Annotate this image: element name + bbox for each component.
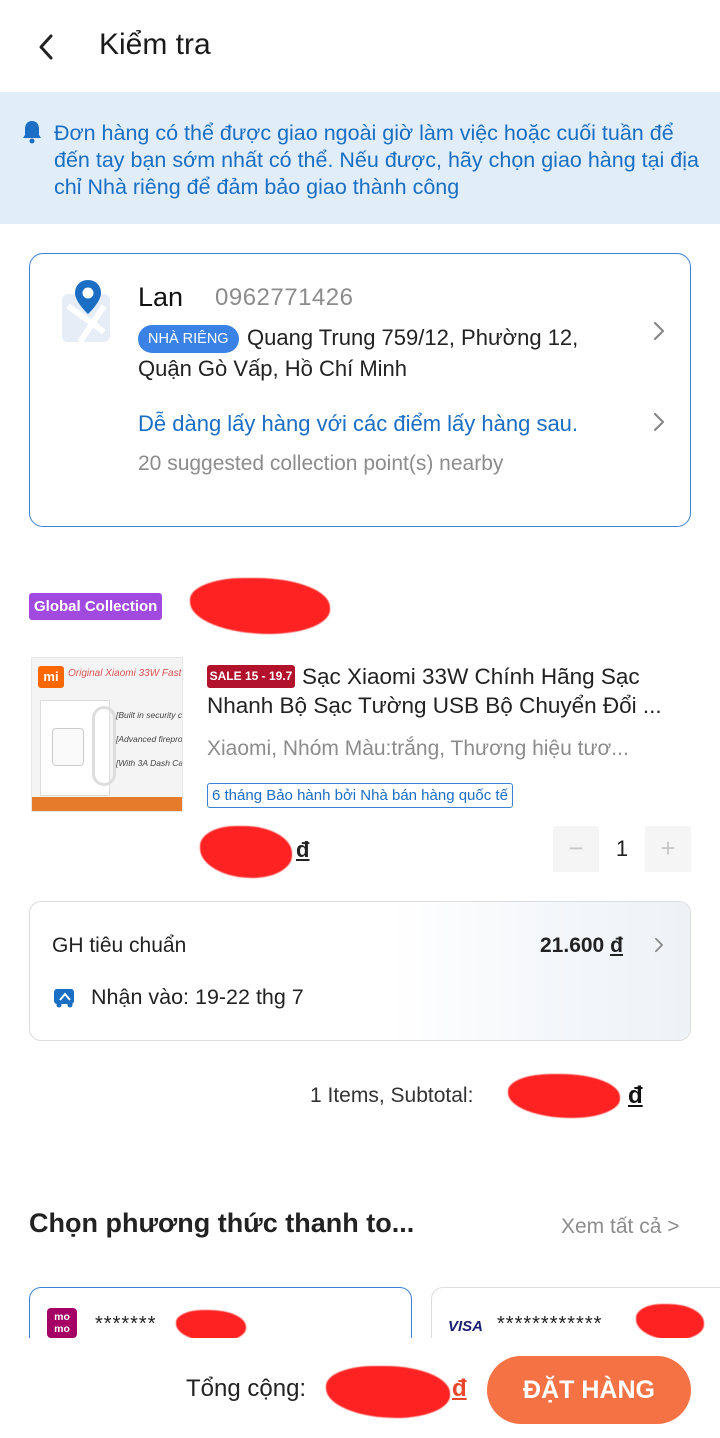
product-image-feature: [Built in security chip]: [116, 710, 183, 720]
momo-logo: mo mo: [47, 1308, 77, 1338]
chevron-right-icon[interactable]: [652, 935, 666, 955]
chevron-left-icon: [39, 34, 53, 60]
address-type-badge: NHÀ RIÊNG: [138, 325, 239, 353]
delivery-truck-icon: [54, 989, 74, 1008]
pickup-points-link[interactable]: Dễ dàng lấy hàng với các điểm lấy hàng s…: [138, 411, 578, 437]
address-line-1: Quang Trung 759/12, Phường 12,: [247, 325, 579, 350]
product-image[interactable]: mi Original Xiaomi 33W Fast Charger Set …: [31, 657, 183, 812]
cable-graphic: [92, 706, 116, 786]
subtotal-currency: đ: [628, 1082, 643, 1109]
redacted-subtotal: [508, 1074, 620, 1118]
back-button[interactable]: [30, 30, 62, 64]
charger-plug-graphic: [52, 728, 84, 766]
place-order-button[interactable]: ĐẶT HÀNG: [487, 1356, 691, 1424]
recipient-name: Lan: [138, 282, 184, 312]
product-price-currency: đ: [296, 837, 310, 862]
shipping-price-value: 21.600: [540, 934, 605, 957]
bell-icon: [23, 121, 41, 144]
delivery-eta: Nhận vào: 19-22 thg 7: [91, 985, 304, 1009]
visa-masked-card: ************: [497, 1313, 603, 1335]
address-line-2: Quận Gò Vấp, Hồ Chí Minh: [138, 356, 408, 381]
subtotal-label: 1 Items, Subtotal:: [310, 1084, 474, 1107]
product-image-strip: [32, 797, 182, 811]
recipient-phone: 0962771426: [215, 284, 354, 311]
xiaomi-logo: mi: [38, 666, 64, 688]
product-image-feature: [Advanced fireproof material]: [116, 734, 183, 744]
quantity-increase-button[interactable]: +: [645, 826, 691, 872]
page-title: Kiểm tra: [99, 28, 211, 61]
total-currency: đ: [452, 1375, 467, 1402]
total-label: Tổng cộng:: [186, 1375, 307, 1402]
product-variant[interactable]: Xiaomi, Nhóm Màu:trắng, Thương hiệu tươ.…: [207, 737, 629, 761]
location-pin-icon: [62, 280, 110, 344]
shipping-price: 21.600 đ: [540, 934, 623, 958]
chevron-right-icon[interactable]: [650, 411, 668, 433]
top-bar: Kiểm tra: [0, 0, 720, 92]
momo-masked-account: *******: [95, 1313, 157, 1335]
product-image-header: Original Xiaomi 33W Fast Charger Set: [68, 668, 182, 679]
warranty-badge: 6 tháng Bảo hành bởi Nhà bán hàng quốc t…: [207, 783, 513, 808]
see-all-payment-link[interactable]: Xem tất cả >: [561, 1215, 679, 1239]
shipping-price-currency: đ: [610, 934, 623, 957]
quantity-value: 1: [615, 836, 629, 861]
visa-logo: VISA: [448, 1318, 484, 1335]
global-collection-badge: Global Collection: [29, 593, 163, 620]
chevron-right-icon[interactable]: [650, 320, 668, 342]
suggested-collection-points: 20 suggested collection point(s) nearby: [138, 452, 504, 475]
shipping-card-decoration: [390, 902, 690, 1040]
redacted-seller-name: [190, 578, 330, 634]
redacted-product-price: [200, 826, 292, 878]
shipping-option-card[interactable]: [29, 901, 691, 1041]
payment-section-title: Chọn phương thức thanh to...: [29, 1208, 415, 1238]
shipping-method-name: GH tiêu chuẩn: [52, 934, 187, 957]
product-image-feature: [With 3A Dash Cable]: [116, 758, 183, 768]
quantity-decrease-button[interactable]: −: [553, 826, 599, 872]
sale-badge: SALE 15 - 19.7: [207, 665, 295, 688]
delivery-notice-text: Đơn hàng có thể được giao ngoài giờ làm …: [54, 121, 699, 199]
address-card[interactable]: [29, 253, 691, 527]
